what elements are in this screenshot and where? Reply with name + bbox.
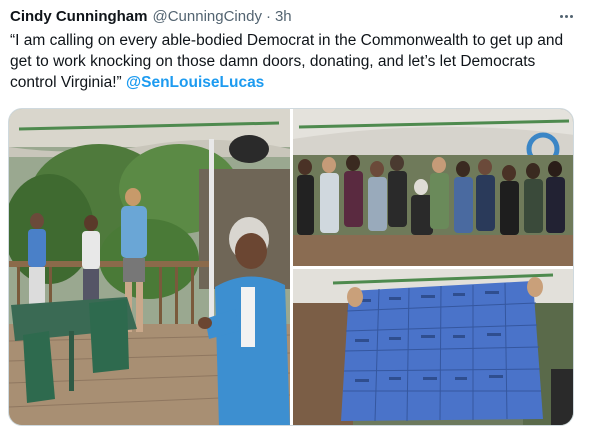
author-name[interactable]: Cindy Cunningham [10, 8, 148, 25]
media-grid [8, 108, 574, 426]
photo-crowd-under-tent[interactable] [293, 109, 573, 266]
photo-deck-gathering-image [9, 109, 290, 425]
timestamp[interactable]: 3h [275, 8, 292, 25]
photo-blue-banner[interactable] [293, 269, 573, 425]
tweet-text: “I am calling on every able-bodied Democ… [10, 30, 580, 93]
photo-deck-gathering[interactable] [9, 109, 290, 425]
more-horizontal-icon[interactable] [555, 7, 577, 25]
tweet-body: “I am calling on every able-bodied Democ… [10, 32, 564, 91]
mention-link[interactable]: @SenLouiseLucas [126, 74, 264, 91]
photo-crowd-under-tent-image [293, 109, 573, 266]
separator-dot: · [265, 7, 271, 25]
author-handle[interactable]: @CunningCindy [153, 8, 262, 25]
photo-blue-banner-image [293, 269, 573, 425]
tweet-header: Cindy Cunningham @CunningCindy · 3h [10, 6, 581, 26]
